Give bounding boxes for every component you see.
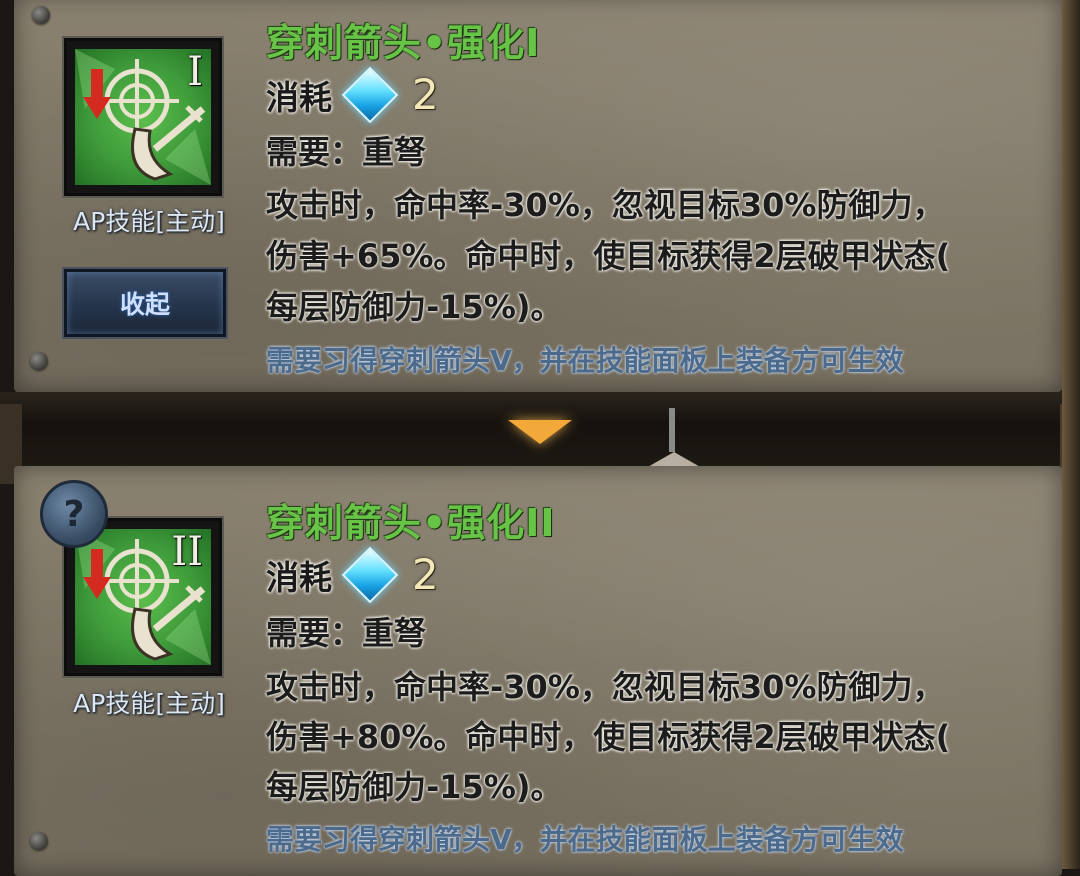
rivet-icon <box>30 832 48 850</box>
skill-rank-numeral: I <box>187 49 203 95</box>
cost-row: 消耗 2 <box>266 66 439 123</box>
rivet-icon <box>30 352 48 370</box>
description-line: 伤害+80%。命中时，使目标获得2层破甲状态( <box>266 718 951 756</box>
description-line: 伤害+65%。命中时，使目标获得2层破甲状态( <box>266 237 951 275</box>
cost-value: 2 <box>412 70 439 119</box>
requirement-text: 需要：重弩 <box>266 133 427 171</box>
divider-post <box>669 408 675 452</box>
collapse-button[interactable]: 收起 <box>64 269 226 337</box>
cost-label: 消耗 <box>266 557 332 597</box>
unlock-note: 需要习得穿刺箭头V，并在技能面板上装备方可生效 <box>266 344 904 377</box>
skill-card-2: ? II AP技能[主动] 穿刺箭头•强化II 消耗 2 需要：重弩 攻击时，命… <box>14 466 1062 876</box>
frame-edge-right-border <box>1062 0 1080 869</box>
collapse-arrow-icon[interactable] <box>508 420 572 444</box>
skill-title: 穿刺箭头•强化II <box>266 501 556 545</box>
help-button[interactable]: ? <box>40 480 108 548</box>
crystal-gem-icon <box>341 66 399 123</box>
cost-value: 2 <box>412 550 439 599</box>
description-line: 每层防御力-15%)。 <box>266 768 563 806</box>
skill-type-label: AP技能[主动] <box>73 689 225 718</box>
skill-title: 穿刺箭头•强化I <box>266 21 541 65</box>
skill-card-1: I AP技能[主动] 收起 穿刺箭头•强化I 消耗 2 需要：重弩 攻击时，命中… <box>14 0 1062 392</box>
cost-label: 消耗 <box>266 77 332 117</box>
skill-rank-numeral: II <box>171 529 203 575</box>
description-line: 攻击时，命中率-30%，忽视目标30%防御力， <box>266 668 945 706</box>
description-line: 攻击时，命中率-30%，忽视目标30%防御力， <box>266 186 945 224</box>
cost-row: 消耗 2 <box>266 546 439 603</box>
requirement-text: 需要：重弩 <box>266 614 427 652</box>
description-line: 每层防御力-15%)。 <box>266 288 563 326</box>
crystal-gem-icon <box>341 546 399 603</box>
skill-type-label: AP技能[主动] <box>73 207 225 236</box>
unlock-note: 需要习得穿刺箭头V，并在技能面板上装备方可生效 <box>266 823 904 856</box>
rivet-icon <box>32 6 50 24</box>
skill-icon-1: I <box>64 38 222 196</box>
